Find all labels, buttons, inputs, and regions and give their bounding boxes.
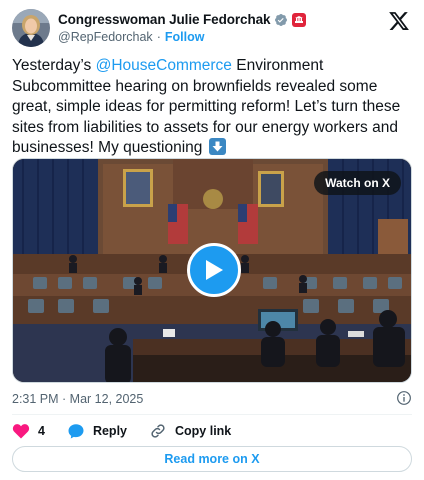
separator-dot: · [156,30,161,44]
x-logo-icon[interactable] [388,10,410,32]
read-more-button[interactable]: Read more on X [12,446,412,472]
affiliation-badge-icon [292,12,307,27]
reply-label: Reply [92,424,127,438]
down-arrow-emoji-icon [208,138,226,155]
author-handle[interactable]: @RepFedorchak [58,30,153,44]
tweet-card: Congresswoman Julie Fedorchak @RepFedorc… [0,0,424,480]
tweet-text: Yesterday’s @HouseCommerce Environment S… [12,56,412,159]
mention-link[interactable]: @HouseCommerce [96,57,232,74]
link-icon [151,424,165,438]
watch-on-x-button[interactable]: Watch on X [314,171,401,195]
like-count: 4 [38,424,45,438]
reply-bubble-icon [68,424,84,439]
copy-link-label: Copy link [175,424,232,438]
follow-button[interactable]: Follow [165,30,205,44]
avatar[interactable] [12,9,50,47]
info-icon[interactable] [396,390,412,406]
play-icon [206,260,223,280]
reply-button[interactable]: Reply [67,422,127,440]
action-bar: 4 Reply Copy link [12,421,412,441]
tweet-header: Congresswoman Julie Fedorchak @RepFedorc… [12,8,412,48]
like-button[interactable]: 4 [12,422,45,440]
author-info: Congresswoman Julie Fedorchak @RepFedorc… [58,11,307,46]
tweet-text-part-1: Yesterday’s [12,57,96,74]
tweet-timestamp[interactable]: 2:31 PM · Mar 12, 2025 [12,391,143,407]
copy-link-button[interactable]: Copy link [149,422,231,440]
divider [12,414,412,415]
video-media[interactable]: Watch on X [12,158,412,383]
play-button[interactable] [187,243,241,297]
verified-badge-icon [275,13,288,26]
author-display-name[interactable]: Congresswoman Julie Fedorchak [58,12,271,27]
author-handle-row: @RepFedorchak · Follow [58,29,306,46]
heart-icon [12,424,30,439]
author-name-row: Congresswoman Julie Fedorchak [58,11,307,29]
